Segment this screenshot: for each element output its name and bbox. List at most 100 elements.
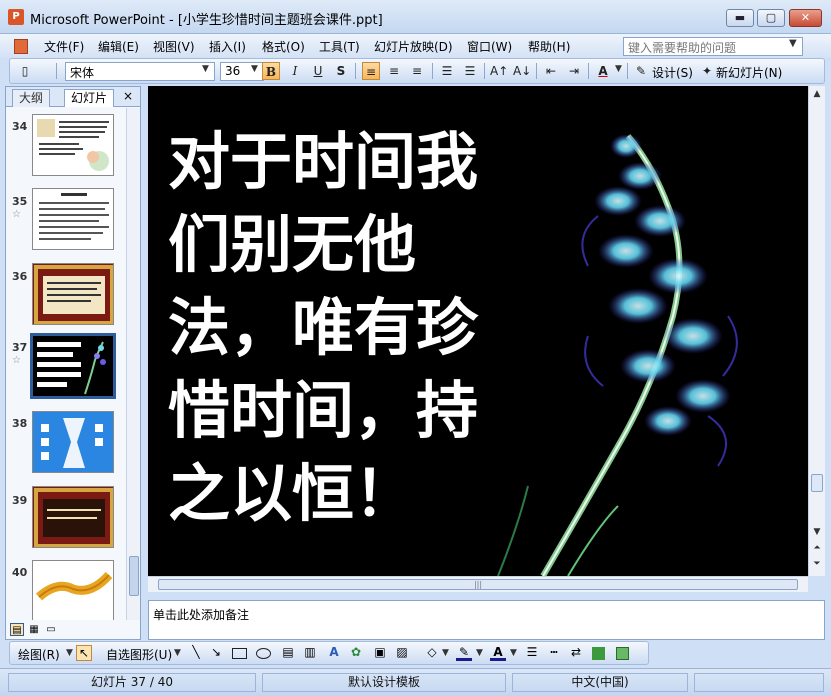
- slide-show-icon[interactable]: ▭: [44, 623, 58, 636]
- font-size-dropdown-icon[interactable]: ▼: [251, 64, 258, 74]
- draw-font-color-dropdown-icon[interactable]: ▼: [510, 648, 517, 658]
- fill-color-icon[interactable]: ◇: [424, 645, 440, 661]
- slide-thumbnail-40[interactable]: [32, 560, 114, 620]
- new-slide-icon[interactable]: ✦: [698, 62, 716, 80]
- menu-file[interactable]: 文件(F): [44, 38, 84, 55]
- menu-view[interactable]: 视图(V): [153, 38, 195, 55]
- autoshapes-dropdown-icon[interactable]: ▼: [174, 648, 181, 658]
- menu-insert[interactable]: 插入(I): [209, 38, 246, 55]
- line-color-dropdown-icon[interactable]: ▼: [476, 648, 483, 658]
- diagram-icon[interactable]: ✿: [348, 645, 364, 661]
- menu-edit[interactable]: 编辑(E): [98, 38, 139, 55]
- slide-sorter-icon[interactable]: ▦: [27, 623, 41, 636]
- menu-tools[interactable]: 工具(T): [319, 38, 360, 55]
- menu-help[interactable]: 帮助(H): [528, 38, 570, 55]
- align-left-icon[interactable]: ≡: [362, 62, 380, 80]
- italic-button[interactable]: I: [286, 62, 304, 80]
- menu-format[interactable]: 格式(O): [262, 38, 305, 55]
- vertical-scroll-thumb[interactable]: [811, 474, 823, 492]
- powerpoint-app-icon[interactable]: P: [8, 9, 24, 25]
- menu-window[interactable]: 窗口(W): [467, 38, 512, 55]
- shadow-style-icon[interactable]: [592, 647, 605, 660]
- decrease-indent-icon[interactable]: ⇤: [542, 62, 560, 80]
- font-color-dropdown-icon[interactable]: ▼: [615, 64, 622, 74]
- bold-button[interactable]: B: [262, 62, 280, 80]
- increase-font-size-icon[interactable]: A↑: [490, 62, 508, 80]
- scroll-up-icon[interactable]: ▲: [811, 88, 823, 100]
- draw-dropdown-icon[interactable]: ▼: [66, 648, 73, 658]
- draw-menu-button[interactable]: 绘图(R): [18, 646, 60, 663]
- 3d-style-icon[interactable]: [616, 647, 629, 660]
- dash-style-icon[interactable]: ┅: [546, 645, 562, 661]
- notes-pane[interactable]: 单击此处添加备注: [148, 600, 825, 640]
- previous-slide-icon[interactable]: ⏶: [811, 542, 823, 554]
- slide-thumbnail-35[interactable]: [32, 188, 114, 250]
- panel-scrollbar[interactable]: [126, 108, 140, 620]
- help-search-input[interactable]: 键入需要帮助的问题: [623, 37, 803, 56]
- select-pointer-icon[interactable]: ↖: [76, 645, 92, 661]
- slide-thumbnail-34[interactable]: [32, 114, 114, 176]
- panel-scroll-thumb[interactable]: [129, 556, 139, 596]
- thumbnail-number: 36: [12, 270, 28, 283]
- text-box-icon[interactable]: ▤: [280, 645, 296, 661]
- close-button[interactable]: ✕: [789, 9, 822, 27]
- scroll-down-icon[interactable]: ▼: [811, 526, 823, 538]
- align-center-icon[interactable]: ≡: [385, 62, 403, 80]
- oval-icon[interactable]: [256, 648, 271, 659]
- tab-slides[interactable]: 幻灯片: [64, 89, 115, 107]
- document-icon[interactable]: [4, 36, 31, 56]
- align-right-icon[interactable]: ≡: [408, 62, 426, 80]
- vertical-scrollbar[interactable]: ▲ ▼ ⏶ ⏷: [808, 86, 825, 576]
- help-dropdown-icon[interactable]: ▼: [789, 38, 797, 49]
- slide-canvas[interactable]: 对于时间我 们别无他 法，唯有珍 惜时间，持 之以恒！: [148, 86, 808, 576]
- next-slide-icon[interactable]: ⏷: [811, 558, 823, 570]
- new-document-icon[interactable]: ▯: [16, 62, 34, 80]
- line-style-icon[interactable]: ☰: [524, 645, 540, 661]
- font-name-select[interactable]: 宋体: [65, 62, 215, 81]
- minimize-button[interactable]: ▬: [726, 9, 754, 27]
- decrease-font-size-icon[interactable]: A↓: [513, 62, 531, 80]
- design-button[interactable]: 设计(S): [652, 64, 693, 81]
- slide-thumbnail-38[interactable]: [32, 411, 114, 473]
- slide-position-status: 幻灯片 37 / 40: [8, 673, 256, 692]
- fill-color-dropdown-icon[interactable]: ▼: [442, 648, 449, 658]
- arrow-style-icon[interactable]: ⇄: [568, 645, 584, 661]
- horizontal-scroll-thumb[interactable]: |||: [158, 579, 798, 590]
- arrow-icon[interactable]: ↘: [208, 645, 224, 661]
- font-name-dropdown-icon[interactable]: ▼: [202, 64, 209, 74]
- clip-art-icon[interactable]: ▣: [372, 645, 388, 661]
- picture-icon[interactable]: ▨: [394, 645, 410, 661]
- slide-thumbnail-36[interactable]: [32, 263, 114, 325]
- panel-close-icon[interactable]: ×: [123, 89, 133, 103]
- slide-thumbnail-37[interactable]: [30, 333, 116, 399]
- new-slide-button[interactable]: 新幻灯片(N): [716, 64, 782, 81]
- normal-view-icon[interactable]: ▤: [10, 623, 24, 636]
- autoshapes-button[interactable]: 自选图形(U): [106, 646, 172, 663]
- wordart-icon[interactable]: A: [326, 645, 342, 661]
- slide-text-line: 惜时间，持: [168, 374, 479, 447]
- slide-34-preview: [37, 119, 109, 171]
- line-color-icon[interactable]: ✎: [456, 645, 472, 661]
- title-bar: P Microsoft PowerPoint - [小学生珍惜时间主题班会课件.…: [0, 0, 831, 34]
- design-icon[interactable]: ✎: [632, 62, 650, 80]
- increase-indent-icon[interactable]: ⇥: [565, 62, 583, 80]
- line-icon[interactable]: ╲: [188, 645, 204, 661]
- horizontal-scrollbar[interactable]: |||: [148, 576, 808, 592]
- rectangle-icon[interactable]: [232, 648, 247, 659]
- slide-text-box[interactable]: 对于时间我 们别无他 法，唯有珍 惜时间，持 之以恒！: [168, 120, 568, 535]
- menu-slideshow[interactable]: 幻灯片放映(D): [374, 38, 453, 55]
- design-template-status: 默认设计模板: [262, 673, 506, 692]
- slide-thumbnail-39[interactable]: [32, 486, 114, 548]
- slide-36-preview: [34, 265, 113, 324]
- toolbar-separator: [484, 63, 485, 79]
- numbering-icon[interactable]: ☰: [438, 62, 456, 80]
- tab-outline[interactable]: 大纲: [12, 89, 51, 107]
- thumbnail-number: 35: [12, 195, 28, 208]
- maximize-button[interactable]: ▢: [757, 9, 785, 27]
- font-color-icon[interactable]: A: [594, 62, 612, 80]
- vertical-text-box-icon[interactable]: ▥: [302, 645, 318, 661]
- bullets-icon[interactable]: ☰: [461, 62, 479, 80]
- draw-font-color-icon[interactable]: A: [490, 645, 506, 661]
- shadow-button[interactable]: S: [332, 62, 350, 80]
- underline-button[interactable]: U: [309, 62, 327, 80]
